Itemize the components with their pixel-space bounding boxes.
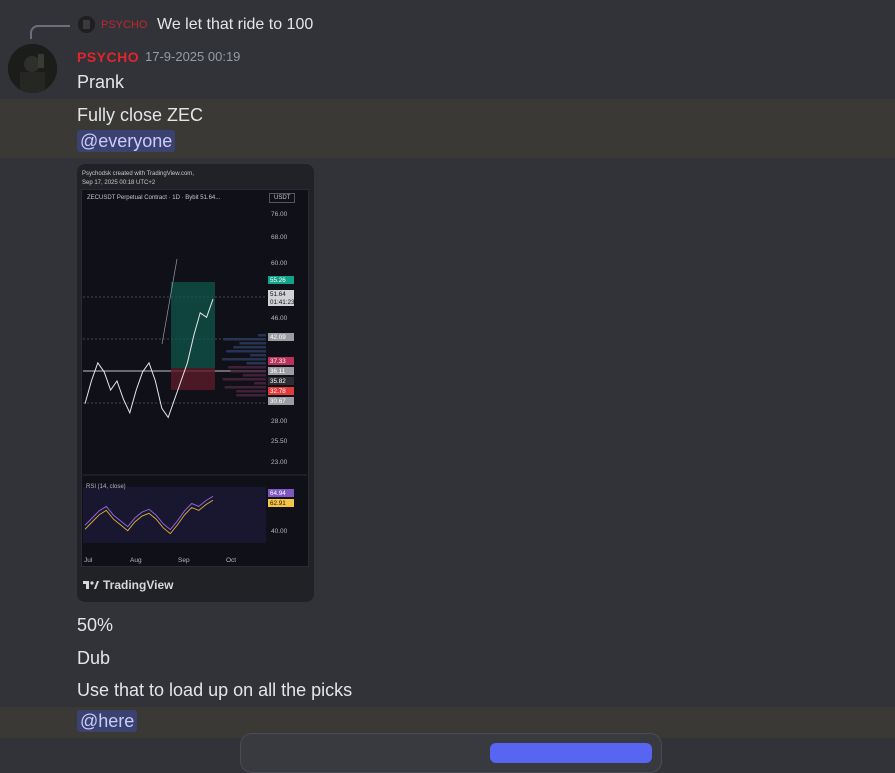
y-tick-label: 23.00 [271, 459, 288, 466]
avatar[interactable] [8, 44, 57, 93]
volume-profile-bar [246, 362, 266, 365]
y-tick-label: 76.00 [271, 211, 288, 218]
price-label: 32.78 [270, 388, 286, 395]
y-tick-label: 68.00 [271, 234, 288, 241]
tradingview-footer: TradingView [83, 578, 173, 593]
reply-author[interactable]: PSYCHO [101, 19, 147, 31]
volume-profile-bar [223, 338, 266, 341]
reply-connector [30, 25, 70, 39]
volume-profile-bar [226, 350, 266, 353]
volume-profile-bar [239, 342, 266, 345]
message-line: Dub [77, 648, 111, 668]
mention-here-line: @here [77, 710, 138, 732]
price-label: 36.11 [270, 368, 286, 375]
x-tick-label: Aug [130, 557, 142, 564]
long-position-profit [171, 282, 215, 368]
message-line: Fully close ZEC [77, 105, 204, 125]
message-author[interactable]: PSYCHO [77, 49, 139, 65]
y-tick-label: 60.00 [271, 260, 288, 267]
price-label: 42.09 [270, 334, 286, 341]
price-label: 30.67 [270, 398, 286, 405]
volume-profile-bar [258, 334, 266, 337]
long-position-loss [171, 368, 215, 390]
volume-profile-bar [236, 394, 266, 397]
volume-profile-bar [228, 366, 266, 369]
y-tick-label: 46.00 [271, 315, 288, 322]
jump-button[interactable] [490, 743, 652, 763]
price-label: 37.33 [270, 358, 286, 365]
x-tick-label: Sep [178, 557, 190, 564]
mention-here[interactable]: @here [77, 710, 138, 732]
rsi-tick-label: 40.00 [271, 528, 288, 535]
rsi-value-label: 64.94 [270, 490, 286, 497]
volume-profile-bar [242, 374, 266, 377]
message-line: 50% [77, 615, 114, 635]
price-label: 01:41:23 [270, 299, 295, 306]
chart-svg: 76.00 68.00 60.00 46.00 28.00 25.50 23.00 55.26… [83, 211, 307, 564]
volume-profile-bar [222, 378, 266, 381]
reply-text[interactable]: We let that ride to 100 [157, 16, 313, 34]
price-label: 55.26 [270, 277, 286, 284]
volume-profile-bar [224, 386, 266, 389]
price-label: 35.82 [270, 378, 286, 385]
volume-profile-bar [236, 390, 266, 393]
volume-profile-bar [233, 346, 266, 349]
message-line: Prank [77, 72, 125, 92]
x-tick-label: Oct [226, 557, 236, 564]
x-tick-label: Jul [84, 557, 93, 564]
volume-profile-bar [254, 382, 266, 385]
volume-profile-bar [250, 354, 266, 357]
y-tick-label: 25.50 [271, 438, 288, 445]
mention-everyone-line: @everyone [77, 130, 176, 152]
volume-profile-bar [222, 358, 266, 361]
rsi-label: RSI (14, close) [86, 484, 126, 490]
mention-everyone[interactable]: @everyone [77, 130, 176, 152]
price-label: 51.64 [270, 291, 286, 298]
volume-profile-bar [230, 370, 266, 373]
reply-avatar[interactable] [78, 16, 95, 33]
rsi-value-label: 62.91 [270, 500, 286, 507]
message-timestamp: 17-9-2025 00:19 [145, 49, 241, 64]
tradingview-label: TradingView [103, 578, 174, 592]
y-tick-label: 28.00 [271, 418, 288, 425]
chart-image-embed[interactable]: Psychodsk created with TradingView.com, … [77, 164, 314, 602]
message-line: Use that to load up on all the picks [77, 680, 353, 700]
tradingview-logo-icon [83, 579, 99, 593]
